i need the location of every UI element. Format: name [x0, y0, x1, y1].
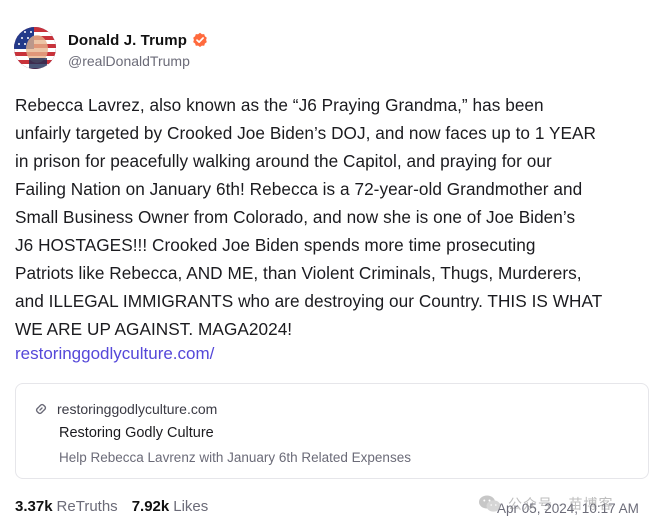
- post-body-line: in prison for peacefully walking around …: [15, 151, 552, 171]
- card-domain: restoringgodlyculture.com: [57, 401, 218, 417]
- flag-portrait-avatar-icon: [14, 27, 56, 69]
- card-description: Help Rebecca Lavrenz with January 6th Re…: [59, 450, 411, 465]
- likes-count: 7.92k: [131, 498, 170, 515]
- author-info: Donald J. Trump @realDonaldTrump: [68, 30, 208, 69]
- card-title: Restoring Godly Culture: [59, 425, 214, 441]
- post-stats: 3.37k ReTruths 7.92k Likes: [15, 498, 222, 515]
- link-preview-card[interactable]: restoringgodlyculture.com Restoring Godl…: [15, 383, 649, 479]
- post-body-line: Patriots like Rebecca, AND ME, than Viol…: [15, 263, 582, 283]
- post-body-line: Failing Nation on January 6th! Rebecca i…: [15, 179, 583, 199]
- display-name-row: Donald J. Trump: [68, 30, 208, 50]
- retruths-stat[interactable]: 3.37k ReTruths: [15, 498, 118, 515]
- verified-badge-icon: [192, 32, 208, 48]
- retruths-count: 3.37k: [15, 498, 53, 515]
- post-body: Rebecca Lavrez, also known as the “J6 Pr…: [15, 91, 655, 343]
- link-icon: [34, 402, 48, 416]
- watermark-text: 公众号 · 苗博客: [508, 496, 614, 512]
- post-body-line: J6 HOSTAGES!!! Crooked Joe Biden spends …: [15, 235, 536, 255]
- watermark: 公众号 · 苗博客: [478, 494, 613, 514]
- likes-stat[interactable]: 7.92k Likes: [132, 498, 209, 515]
- wechat-icon: [478, 494, 502, 514]
- post-container: Donald J. Trump @realDonaldTrump Rebecca…: [0, 0, 665, 532]
- author-display-name[interactable]: Donald J. Trump: [68, 32, 187, 49]
- card-domain-row: restoringgodlyculture.com: [34, 401, 217, 417]
- author-handle[interactable]: @realDonaldTrump: [68, 53, 208, 69]
- post-body-line: unfairly targeted by Crooked Joe Biden’s…: [15, 123, 596, 143]
- likes-label: Likes: [173, 498, 209, 515]
- post-body-line: WE ARE UP AGAINST. MAGA2024!: [15, 319, 293, 339]
- post-body-line: and ILLEGAL IMMIGRANTS who are destroyin…: [15, 291, 603, 311]
- retruths-label: ReTruths: [56, 498, 118, 515]
- post-link[interactable]: restoringgodlyculture.com/: [15, 343, 214, 365]
- author-avatar[interactable]: [14, 27, 56, 69]
- post-body-line: Small Business Owner from Colorado, and …: [15, 207, 576, 227]
- post-body-line: Rebecca Lavrez, also known as the “J6 Pr…: [15, 95, 544, 115]
